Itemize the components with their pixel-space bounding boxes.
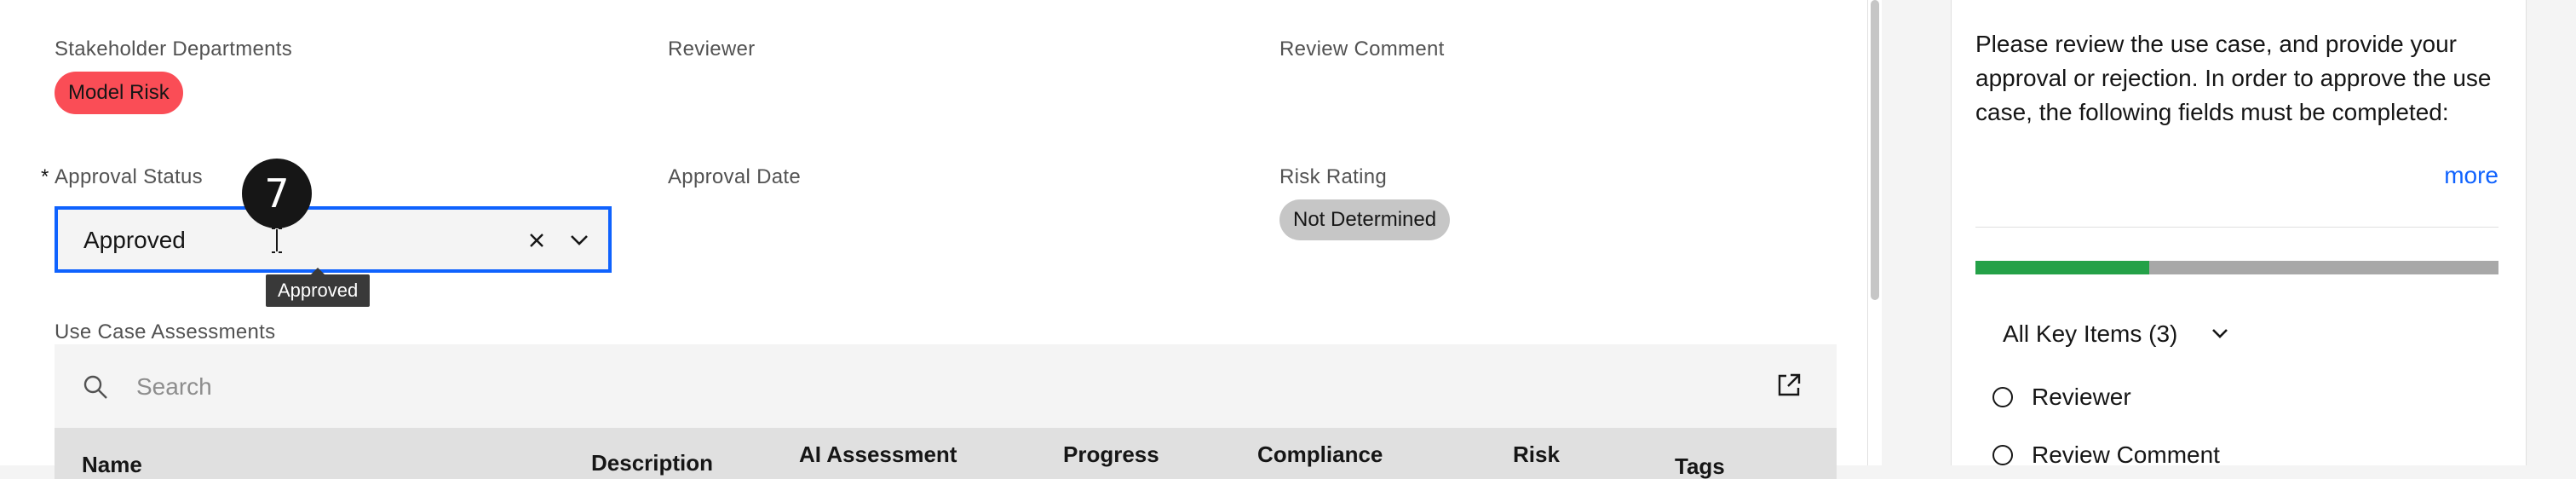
key-item-label: Reviewer [2032, 384, 2131, 410]
launch-icon[interactable] [1775, 372, 1803, 399]
step-badge: 7 [242, 159, 312, 228]
approval-date-label: Approval Date [668, 165, 801, 188]
approval-status-label: Approval Status [55, 165, 203, 188]
column-compliance[interactable]: Compliance [1257, 441, 1383, 468]
review-comment-label: Review Comment [1279, 38, 1445, 61]
radio-icon [1992, 387, 2013, 407]
required-asterisk: * [41, 165, 49, 188]
main-content: Stakeholder Departments Model Risk Revie… [0, 0, 1867, 479]
key-items-progress-bar [1975, 261, 2498, 274]
chevron-down-icon [571, 235, 588, 245]
divider [1975, 227, 2498, 228]
clear-selection-button[interactable] [521, 223, 552, 257]
progress-fill [1975, 261, 2150, 274]
radio-icon [1992, 445, 2013, 465]
risk-rating-label: Risk Rating [1279, 165, 1388, 188]
reviewer-label: Reviewer [668, 38, 756, 61]
column-risk[interactable]: Risk [1513, 441, 1560, 468]
key-item-review-comment[interactable]: Review Comment [1992, 441, 2220, 469]
key-item-reviewer[interactable]: Reviewer [1992, 384, 2131, 411]
column-tags[interactable]: Tags [1675, 453, 1725, 479]
more-link[interactable]: more [2444, 162, 2498, 189]
assessments-table-header: Name Description AI Assessment Progress … [55, 428, 1837, 479]
search-icon [83, 375, 107, 399]
task-description: Please review the use case, and provide … [1975, 31, 2492, 125]
main-scrollbar-thumb[interactable] [1871, 0, 1879, 300]
dropdown-toggle[interactable] [564, 223, 595, 257]
key-item-label: Review Comment [2032, 441, 2220, 468]
column-description[interactable]: Description [591, 450, 713, 476]
close-icon [530, 234, 543, 247]
chevron-down-icon[interactable] [2207, 320, 2233, 346]
model-risk-tag: Model Risk [55, 72, 183, 114]
risk-rating-tag: Not Determined [1279, 199, 1451, 240]
column-ai-assessment[interactable]: AI Assessment [799, 441, 957, 468]
column-progress[interactable]: Progress [1063, 441, 1159, 468]
text-cursor-icon [272, 228, 282, 253]
assessments-search-bar: Search [55, 344, 1837, 428]
key-items-dropdown[interactable]: All Key Items (3) [2003, 320, 2177, 348]
approval-status-dropdown[interactable]: Approved [55, 206, 612, 273]
search-input[interactable]: Search [136, 373, 212, 401]
tooltip: Approved [266, 268, 371, 307]
use-case-assessments-label: Use Case Assessments [55, 320, 276, 343]
task-side-panel: Please review the use case, and provide … [1951, 0, 2527, 468]
stakeholder-departments-label: Stakeholder Departments [55, 38, 293, 61]
approval-status-value: Approved [83, 227, 186, 253]
